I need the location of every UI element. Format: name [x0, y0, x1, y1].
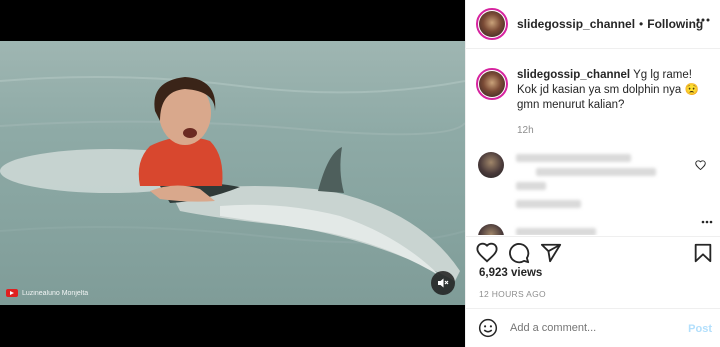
comment-icon[interactable]	[508, 242, 530, 264]
caption: slidegossip_channel Yg lg rame! Kok jd k…	[476, 68, 712, 113]
comment-input[interactable]	[510, 322, 680, 334]
bookmark-icon[interactable]	[692, 242, 714, 264]
video-frame	[0, 76, 465, 281]
blurred-comment-line	[516, 228, 596, 235]
caption-body: slidegossip_channel Yg lg rame! Kok jd k…	[517, 68, 712, 113]
comment-composer: Post	[466, 308, 720, 347]
list-item	[476, 224, 504, 235]
post-header: slidegossip_channel • Following	[466, 0, 720, 49]
mute-button[interactable]	[431, 271, 455, 295]
share-icon[interactable]	[540, 242, 562, 264]
caption-username[interactable]: slidegossip_channel	[517, 69, 630, 81]
caption-avatar[interactable]	[476, 68, 508, 100]
list-item	[476, 152, 504, 178]
emoji-icon[interactable]	[478, 318, 498, 338]
comments-list[interactable]: slidegossip_channel Yg lg rame! Kok jd k…	[466, 50, 720, 235]
youtube-logo-icon	[6, 289, 18, 297]
media-area: Luzinealuno Monjelta	[0, 0, 465, 347]
header-separator: •	[639, 17, 644, 31]
post-sidebar: slidegossip_channel • Following slidegos…	[465, 0, 720, 347]
blurred-comment-line	[516, 154, 631, 162]
more-horizontal-icon[interactable]	[696, 18, 710, 22]
caption-time: 12h	[517, 125, 534, 136]
instagram-post-modal: Luzinealuno Monjelta slidegossip_channel…	[0, 0, 720, 347]
watermark-text: Luzinealuno Monjelta	[22, 289, 89, 297]
comment-like-icon[interactable]	[695, 160, 706, 170]
blurred-comment-line	[536, 168, 656, 176]
header-username[interactable]: slidegossip_channel	[517, 17, 635, 31]
comment-avatar[interactable]	[478, 152, 504, 178]
watermark: Luzinealuno Monjelta	[6, 289, 88, 297]
post-timestamp[interactable]: 12 HOURS AGO	[479, 289, 546, 299]
view-count[interactable]: 6,923 views	[479, 267, 542, 279]
comment-avatar[interactable]	[478, 224, 504, 235]
video-player[interactable]: Luzinealuno Monjelta	[0, 41, 465, 305]
speaker-muted-icon	[438, 278, 449, 288]
post-button[interactable]: Post	[688, 323, 712, 335]
blurred-comment-line	[516, 182, 546, 190]
heart-icon[interactable]	[476, 242, 498, 264]
blurred-comment-line	[516, 200, 581, 208]
following-button[interactable]: Following	[647, 17, 703, 31]
avatar[interactable]	[476, 8, 508, 40]
more-horizontal-icon[interactable]	[701, 220, 713, 224]
